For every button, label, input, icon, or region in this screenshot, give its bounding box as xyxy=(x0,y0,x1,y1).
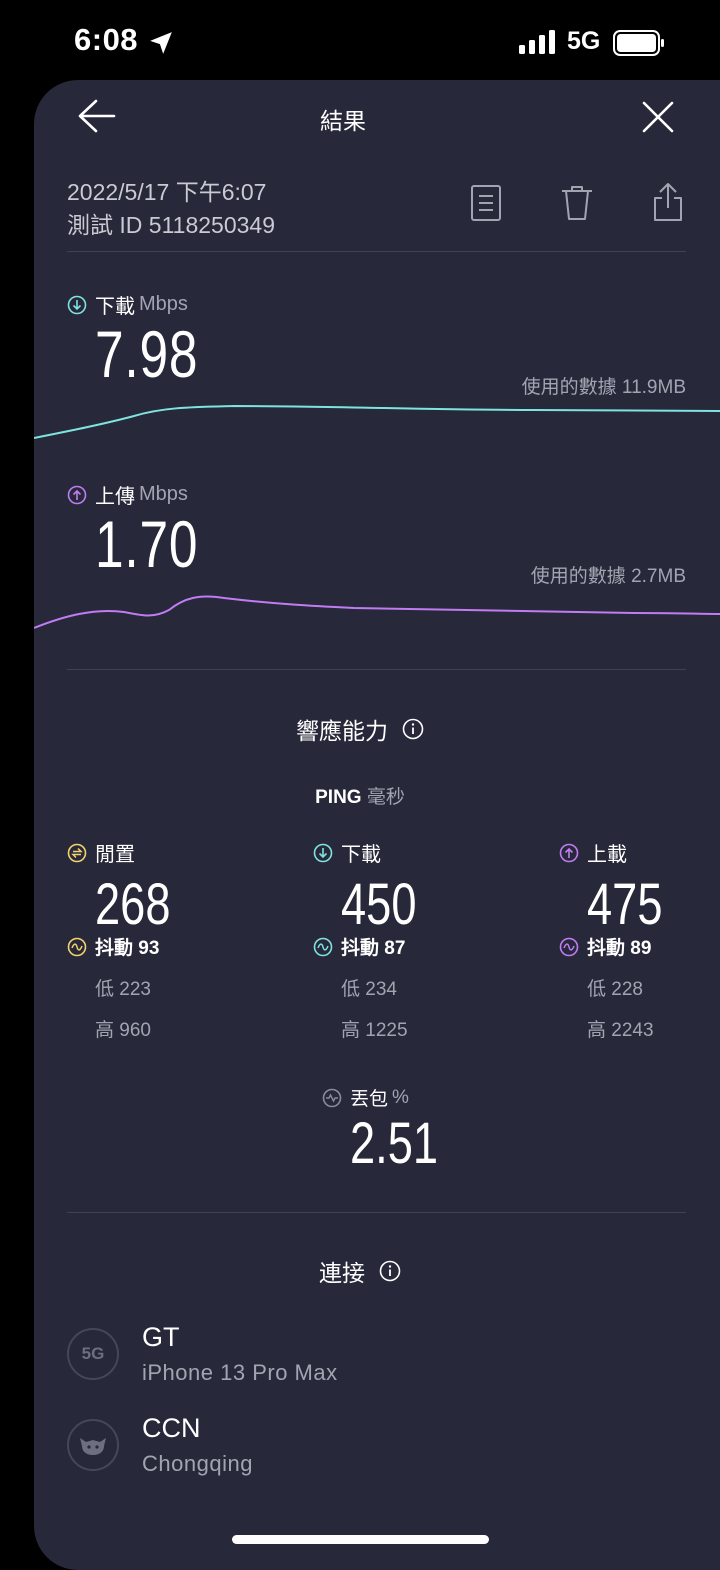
connection-server: CCN Chongqing xyxy=(67,1413,252,1476)
close-icon xyxy=(642,101,674,133)
share-icon xyxy=(654,183,682,221)
jitter-icon xyxy=(67,937,87,956)
download-header: 下載 Mbps xyxy=(67,290,188,319)
responsiveness-header: 響應能力 xyxy=(0,712,720,746)
download-arrow-icon xyxy=(313,843,333,862)
divider xyxy=(67,251,686,252)
upload-header: 上傳 Mbps xyxy=(67,480,188,509)
ping-upload: 上載 475 抖動 89 低 228 高 2243 xyxy=(559,838,720,1042)
ping-download: 下載 450 抖動 87 低 234 高 1225 xyxy=(313,838,513,1042)
responsiveness-title: 響應能力 xyxy=(296,718,388,744)
share-button[interactable] xyxy=(652,182,684,222)
jitter-icon xyxy=(559,937,579,956)
ping-upload-jitter: 抖動 89 xyxy=(587,938,652,959)
server-host-icon xyxy=(67,1419,119,1471)
carrier-name: GT xyxy=(142,1322,180,1352)
upload-speed-graph xyxy=(34,595,720,629)
ping-upload-high: 高 2243 xyxy=(587,1020,654,1041)
page-title: 結果 xyxy=(320,108,366,134)
download-arrow-icon xyxy=(67,295,87,314)
jitter-icon xyxy=(313,937,333,956)
upload-label: 上傳 xyxy=(95,486,135,508)
download-unit: Mbps xyxy=(139,293,188,315)
upload-speed: 1.70 xyxy=(95,507,199,581)
details-button[interactable] xyxy=(470,184,502,222)
divider xyxy=(67,1212,686,1213)
trash-icon xyxy=(562,186,592,220)
network-type-label: 5G xyxy=(567,27,601,55)
ping-download-low: 低 234 xyxy=(341,979,397,1000)
ping-idle-value: 268 xyxy=(95,872,171,937)
idle-icon xyxy=(67,843,87,862)
ping-upload-value: 475 xyxy=(587,872,663,937)
download-label: 下載 xyxy=(95,296,135,318)
download-speed: 7.98 xyxy=(95,317,199,391)
ping-download-jitter: 抖動 87 xyxy=(341,938,406,959)
ping-unit: 毫秒 xyxy=(366,787,405,808)
upload-arrow-icon xyxy=(559,843,579,862)
ping-label: PING 毫秒 xyxy=(0,782,720,809)
ping-download-label: 下載 xyxy=(341,844,381,866)
packet-loss-icon xyxy=(322,1088,342,1107)
delete-button[interactable] xyxy=(560,184,594,222)
download-data-used: 使用的數據 11.9MB xyxy=(521,377,686,398)
packet-loss-value: 2.51 xyxy=(350,1111,439,1176)
ping-download-value: 450 xyxy=(341,872,417,937)
status-time: 6:08 xyxy=(74,22,139,57)
ping-idle-low: 低 223 xyxy=(95,979,151,1000)
battery-icon xyxy=(613,30,664,56)
ping-idle-jitter: 抖動 93 xyxy=(95,938,160,959)
document-icon xyxy=(471,185,501,221)
signal-strength-icon xyxy=(519,30,555,54)
test-id: 測試 ID 5118250349 xyxy=(67,212,275,238)
ping-title: PING xyxy=(315,787,362,808)
download-speed-graph xyxy=(34,404,720,439)
ping-idle: 閒置 268 抖動 93 低 223 高 960 xyxy=(67,838,267,1042)
ping-upload-label: 上載 xyxy=(587,844,627,866)
packet-loss-label: 丟包 xyxy=(350,1089,389,1110)
info-icon[interactable] xyxy=(379,1260,401,1282)
close-button[interactable] xyxy=(641,100,675,134)
test-date: 2022/5/17 下午6:07 xyxy=(67,179,267,205)
ping-idle-label: 閒置 xyxy=(95,844,135,866)
server-location: Chongqing xyxy=(142,1451,253,1476)
ping-download-high: 高 1225 xyxy=(341,1020,408,1041)
ping-idle-high: 高 960 xyxy=(95,1020,151,1041)
connection-carrier: 5G GT iPhone 13 Pro Max xyxy=(67,1322,337,1385)
connections-header: 連接 xyxy=(0,1254,720,1288)
connections-title: 連接 xyxy=(319,1260,365,1286)
upload-arrow-icon xyxy=(67,485,87,504)
ping-upload-low: 低 228 xyxy=(587,979,643,1000)
server-name: CCN xyxy=(142,1413,201,1443)
upload-data-used: 使用的數據 2.7MB xyxy=(530,566,686,587)
upload-unit: Mbps xyxy=(139,483,188,505)
network-5g-icon: 5G xyxy=(67,1328,119,1380)
divider xyxy=(67,669,686,670)
packet-loss-header: 丟包 % xyxy=(322,1084,409,1111)
status-bar: 6:08 5G xyxy=(0,0,720,80)
location-arrow-icon xyxy=(150,32,172,54)
packet-loss-unit: % xyxy=(392,1086,409,1108)
home-indicator[interactable] xyxy=(232,1535,489,1544)
info-icon[interactable] xyxy=(402,718,424,740)
device-name: iPhone 13 Pro Max xyxy=(142,1360,338,1385)
